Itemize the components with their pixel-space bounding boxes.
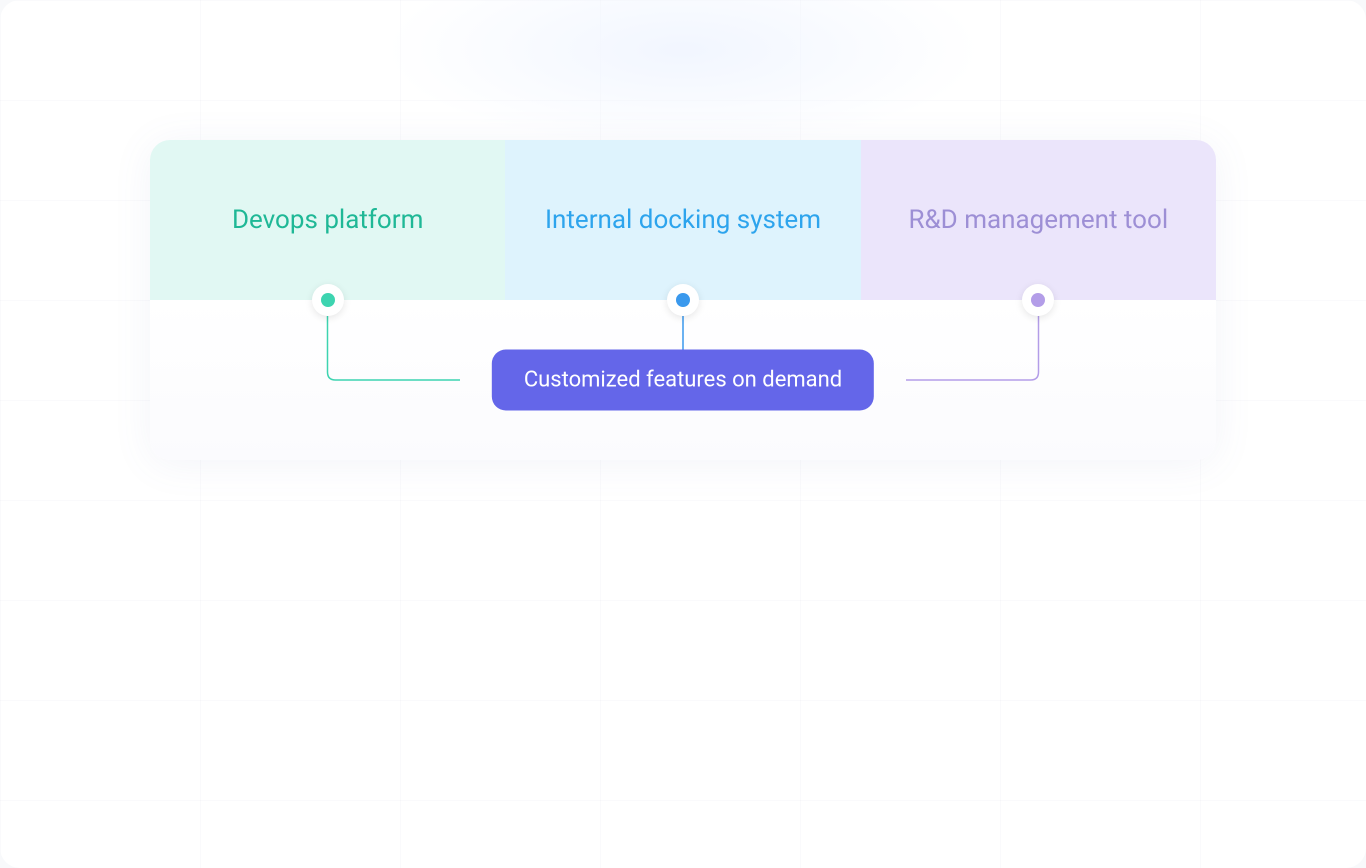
segment-devops: Devops platform [150, 140, 505, 300]
connectors-area: Customized features on demand [150, 300, 1216, 460]
page-container: Devops platform Internal docking system … [0, 0, 1366, 868]
center-badge: Customized features on demand [492, 350, 874, 411]
segment-rd: R&D management tool [861, 140, 1216, 300]
node-docking [667, 284, 699, 316]
diagram-card: Devops platform Internal docking system … [150, 140, 1216, 460]
segment-rd-label: R&D management tool [908, 202, 1168, 238]
connector-devops [328, 316, 461, 380]
node-docking-dot [676, 293, 690, 307]
node-rd [1022, 284, 1054, 316]
connector-rd [906, 316, 1039, 380]
segment-devops-label: Devops platform [232, 202, 423, 238]
node-rd-dot [1031, 293, 1045, 307]
node-devops [312, 284, 344, 316]
segment-docking-label: Internal docking system [545, 202, 821, 238]
segment-docking: Internal docking system [505, 140, 860, 300]
center-badge-label: Customized features on demand [524, 368, 842, 393]
node-devops-dot [321, 293, 335, 307]
segment-row: Devops platform Internal docking system … [150, 140, 1216, 300]
